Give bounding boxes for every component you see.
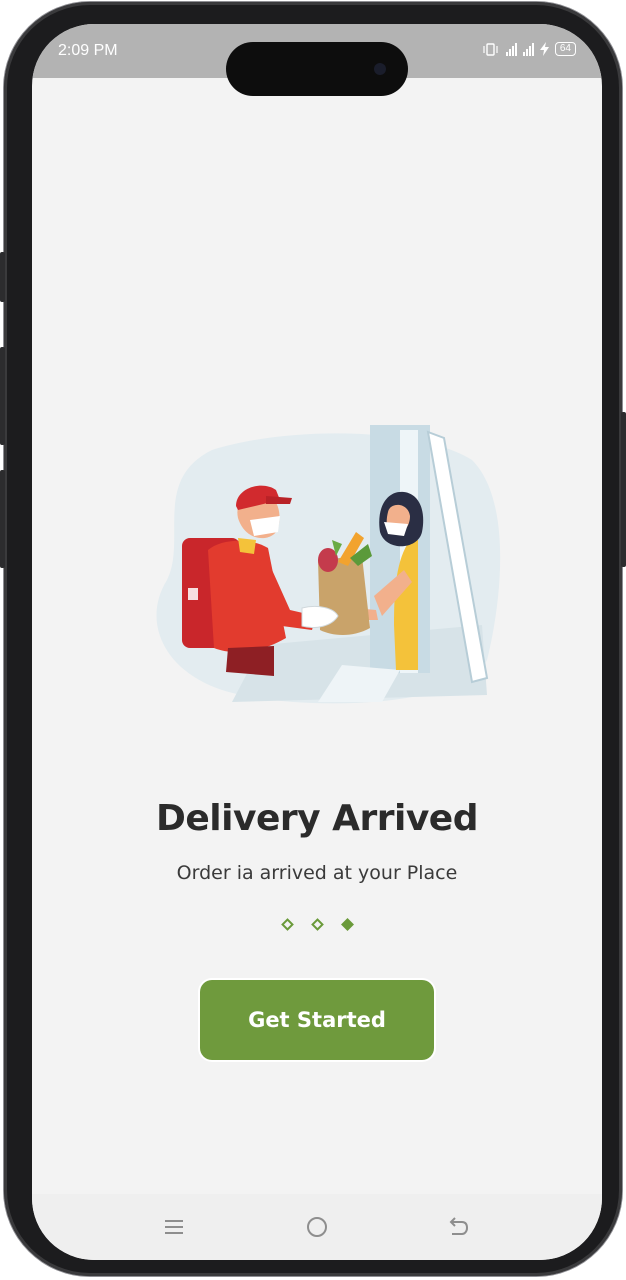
screen: 2:09 PM 64 Delivery Arrived Order ia arr… [32, 24, 602, 1260]
back-icon[interactable] [443, 1212, 473, 1242]
camera-icon [374, 63, 386, 75]
page-indicator [32, 918, 602, 931]
page-title: Delivery Arrived [156, 798, 478, 839]
page-indicator-dot-active[interactable] [340, 918, 354, 931]
status-icons: 64 [482, 42, 576, 56]
volume-up-button [0, 347, 5, 445]
battery-icon: 64 [554, 42, 576, 56]
page-subtitle: Order ia arrived at your Place [176, 862, 458, 884]
charging-icon [539, 42, 549, 56]
get-started-button[interactable]: Get Started [200, 980, 434, 1060]
signal-icon [505, 42, 517, 56]
delivery-illustration [156, 425, 501, 704]
phone-frame: 2:09 PM 64 Delivery Arrived Order ia arr… [0, 2, 626, 1276]
system-nav-bar [32, 1194, 602, 1260]
action-button [0, 252, 5, 302]
volume-down-button [0, 470, 5, 568]
page-indicator-dot[interactable] [280, 918, 294, 931]
home-icon[interactable] [302, 1212, 332, 1242]
signal-icon [522, 42, 534, 56]
menu-icon[interactable] [159, 1212, 189, 1242]
vibrate-icon [483, 42, 498, 56]
page-indicator-dot[interactable] [310, 918, 324, 931]
dynamic-island [226, 42, 408, 96]
power-button [621, 412, 626, 567]
status-time: 2:09 PM [58, 42, 118, 59]
